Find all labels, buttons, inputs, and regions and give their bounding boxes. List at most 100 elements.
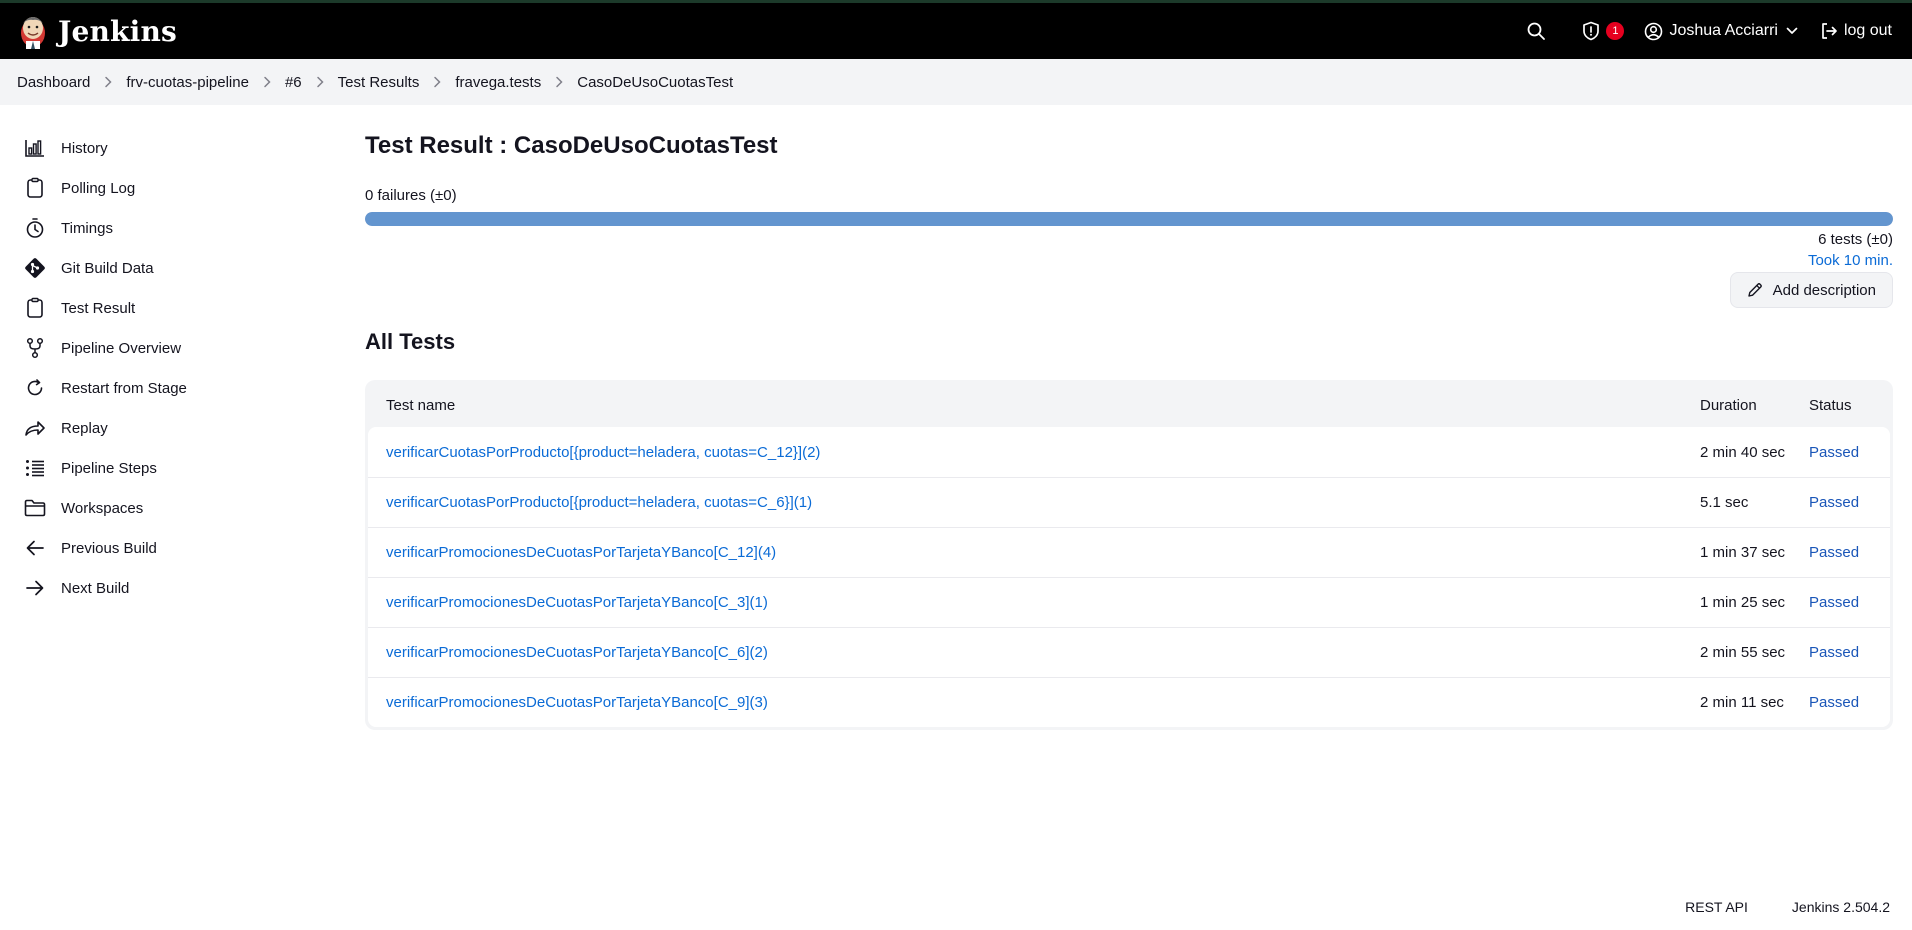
failures-summary: 0 failures (±0): [365, 187, 457, 204]
breadcrumb-build[interactable]: #6: [285, 74, 302, 91]
table-row: verificarPromocionesDeCuotasPorTarjetaYB…: [368, 677, 1890, 727]
rest-api-link[interactable]: REST API: [1685, 899, 1748, 915]
history-icon: [24, 137, 46, 159]
sidebar-item-label: Pipeline Overview: [61, 339, 182, 357]
sidebar: History Polling Log Timings Git Build Da…: [17, 128, 337, 608]
sidebar-item-replay[interactable]: Replay: [17, 408, 337, 448]
column-header-status[interactable]: Status: [1809, 397, 1890, 414]
chevron-right-icon[interactable]: [249, 76, 285, 88]
branch-icon: [24, 337, 46, 359]
main-content: Test Result : CasoDeUsoCuotasTest 0 fail…: [365, 128, 1893, 730]
test-name-link[interactable]: verificarPromocionesDeCuotasPorTarjetaYB…: [386, 644, 768, 661]
sidebar-item-label: History: [61, 139, 108, 157]
sidebar-item-pipeline-steps[interactable]: Pipeline Steps: [17, 448, 337, 488]
test-status: Passed: [1809, 443, 1860, 461]
clipboard-icon: [24, 177, 46, 199]
chevron-right-icon[interactable]: [302, 76, 338, 88]
chevron-right-icon[interactable]: [90, 76, 126, 88]
column-header-duration[interactable]: Duration: [1700, 397, 1809, 414]
table-row: verificarPromocionesDeCuotasPorTarjetaYB…: [368, 527, 1890, 577]
breadcrumb-test-results[interactable]: Test Results: [338, 74, 420, 91]
column-header-test-name[interactable]: Test name: [368, 397, 1700, 414]
shield-icon: [1583, 21, 1600, 41]
logout-button[interactable]: log out: [1812, 13, 1900, 49]
stopwatch-icon: [24, 217, 46, 239]
breadcrumb-job[interactable]: frv-cuotas-pipeline: [126, 74, 249, 91]
table-header: Test name Duration Status: [368, 383, 1890, 427]
sidebar-item-restart-from-stage[interactable]: Restart from Stage: [17, 368, 337, 408]
test-name-link[interactable]: verificarPromocionesDeCuotasPorTarjetaYB…: [386, 594, 768, 611]
test-name-link[interactable]: verificarPromocionesDeCuotasPorTarjetaYB…: [386, 694, 768, 711]
add-description-button[interactable]: Add description: [1729, 272, 1893, 308]
sidebar-item-label: Git Build Data: [61, 259, 154, 277]
tests-count: 6 tests (±0): [1818, 231, 1893, 248]
table-row: verificarPromocionesDeCuotasPorTarjetaYB…: [368, 627, 1890, 677]
all-tests-heading: All Tests: [365, 329, 456, 354]
arrow-left-icon: [24, 537, 46, 559]
test-status: Passed: [1809, 644, 1860, 661]
logout-icon: [1822, 23, 1837, 39]
sidebar-item-label: Next Build: [61, 579, 130, 597]
table-body: verificarCuotasPorProducto[{product=hela…: [368, 427, 1890, 727]
footer: REST API Jenkins 2.504.2: [1685, 899, 1890, 915]
chevron-right-icon[interactable]: [541, 76, 577, 88]
security-badge: 1: [1606, 22, 1625, 40]
sidebar-item-label: Previous Build: [61, 539, 157, 557]
breadcrumb-class[interactable]: CasoDeUsoCuotasTest: [577, 74, 733, 91]
logout-label: log out: [1843, 22, 1892, 39]
breadcrumb: Dashboard frv-cuotas-pipeline #6 Test Re…: [0, 59, 1912, 105]
progress-pass-fill: [365, 212, 1893, 226]
took-duration-link[interactable]: Took 10 min.: [1808, 252, 1893, 269]
search-button[interactable]: [1518, 13, 1554, 49]
test-name-link[interactable]: verificarCuotasPorProducto[{product=hela…: [386, 494, 812, 511]
user-circle-icon: [1645, 22, 1663, 40]
jenkins-home-link[interactable]: Jenkins: [16, 9, 177, 53]
sidebar-item-history[interactable]: History: [17, 128, 337, 168]
breadcrumb-dashboard[interactable]: Dashboard: [17, 74, 90, 91]
sidebar-item-pipeline-overview[interactable]: Pipeline Overview: [17, 328, 337, 368]
sidebar-item-timings[interactable]: Timings: [17, 208, 337, 248]
security-monitor-button[interactable]: 1: [1574, 13, 1632, 49]
tests-table: Test name Duration Status verificarCuota…: [365, 380, 1893, 730]
pencil-icon: [1747, 283, 1762, 297]
header-actions: 1 Joshua Acciarri log out: [1518, 3, 1900, 59]
add-description-label: Add description: [1772, 281, 1876, 299]
top-header: Jenkins 1 Joshua Acciarri log out: [0, 3, 1912, 59]
test-duration: 2 min 55 sec: [1700, 644, 1786, 661]
sidebar-item-previous-build[interactable]: Previous Build: [17, 528, 337, 568]
jenkins-version-link[interactable]: Jenkins 2.504.2: [1792, 899, 1890, 915]
git-icon: [24, 257, 46, 279]
sidebar-item-label: Pipeline Steps: [61, 459, 157, 477]
test-duration: 2 min 40 sec: [1700, 443, 1786, 461]
user-name: Joshua Acciarri: [1669, 22, 1778, 39]
chevron-right-icon[interactable]: [419, 76, 455, 88]
steps-list-icon: [24, 457, 46, 479]
test-progress-bar: [365, 212, 1893, 226]
table-row: verificarPromocionesDeCuotasPorTarjetaYB…: [368, 577, 1890, 627]
sidebar-item-next-build[interactable]: Next Build: [17, 568, 337, 608]
user-menu-button[interactable]: Joshua Acciarri: [1636, 13, 1806, 49]
sidebar-item-workspaces[interactable]: Workspaces: [17, 488, 337, 528]
sidebar-item-polling-log[interactable]: Polling Log: [17, 168, 337, 208]
sidebar-item-git-build-data[interactable]: Git Build Data: [17, 248, 337, 288]
test-name-link[interactable]: verificarCuotasPorProducto[{product=hela…: [386, 444, 820, 461]
test-duration: 2 min 11 sec: [1700, 694, 1784, 711]
arrow-right-icon: [24, 577, 46, 599]
test-status: Passed: [1809, 594, 1860, 611]
test-name-link[interactable]: verificarPromocionesDeCuotasPorTarjetaYB…: [386, 544, 776, 561]
brand-name: Jenkins: [58, 14, 177, 48]
restart-icon: [24, 377, 46, 399]
sidebar-item-label: Polling Log: [61, 179, 136, 197]
sidebar-item-label: Test Result: [61, 299, 136, 317]
table-row: verificarCuotasPorProducto[{product=hela…: [368, 427, 1890, 477]
replay-arrow-icon: [24, 417, 46, 439]
sidebar-item-label: Timings: [61, 219, 113, 237]
sidebar-item-label: Workspaces: [61, 499, 144, 517]
sidebar-item-test-result[interactable]: Test Result: [17, 288, 337, 328]
sidebar-item-label: Replay: [61, 419, 108, 437]
breadcrumb-package[interactable]: fravega.tests: [455, 74, 541, 91]
jenkins-logo-icon: [21, 17, 45, 49]
table-row: verificarCuotasPorProducto[{product=hela…: [368, 477, 1890, 527]
search-icon: [1528, 22, 1546, 40]
clipboard-icon: [24, 297, 46, 319]
